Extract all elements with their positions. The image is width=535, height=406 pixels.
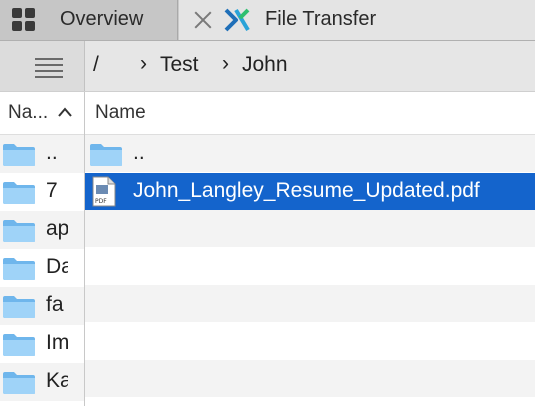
folder-icon: [3, 144, 35, 166]
folder-icon: [3, 258, 35, 280]
file-transfer-icon: [224, 8, 250, 32]
main-file-list: Name .. PDF John_Langley_Resume_Updated.pd…: [85, 92, 535, 406]
sort-ascending-icon: [58, 107, 72, 117]
folder-icon: [90, 144, 122, 166]
close-tab-icon[interactable]: [193, 9, 213, 29]
folder-icon: [3, 220, 35, 242]
name-column-header[interactable]: Name: [85, 92, 535, 135]
list-item-label: fa: [46, 293, 64, 316]
list-item[interactable]: ..: [0, 135, 84, 173]
folder-icon: [3, 182, 35, 204]
empty-row: [85, 285, 535, 322]
list-item[interactable]: Im: [0, 325, 84, 363]
breadcrumb-item-john[interactable]: John: [242, 53, 288, 77]
left-pane-toolbar: [0, 41, 85, 91]
tab-overview[interactable]: Overview: [0, 0, 178, 40]
path-toolbar: / › Test › John: [0, 41, 535, 92]
chevron-right-icon: ›: [140, 52, 147, 75]
tab-bar: Overview File Transfer: [0, 0, 535, 41]
left-file-list: Na... .. 7 ap Da fa Im Ka: [0, 92, 85, 406]
list-item[interactable]: 7: [0, 173, 84, 211]
tab-overview-label: Overview: [60, 8, 144, 30]
list-item[interactable]: Ka: [0, 363, 84, 401]
list-item[interactable]: Da: [0, 249, 84, 287]
pdf-file-icon: PDF: [92, 176, 116, 206]
table-row[interactable]: PDF John_Langley_Resume_Updated.pdf: [85, 172, 535, 210]
column-header-label: Name: [95, 102, 146, 123]
file-name: ..: [133, 141, 145, 164]
breadcrumb-item-test[interactable]: Test: [160, 53, 199, 77]
tab-file-transfer-label: File Transfer: [265, 8, 377, 30]
list-item-label: Ka: [46, 369, 68, 392]
list-item-label: ap: [46, 217, 68, 240]
svg-text:PDF: PDF: [95, 198, 107, 205]
grid-icon: [12, 8, 36, 32]
list-item-label: 7: [46, 179, 58, 202]
list-item[interactable]: ap: [0, 211, 84, 249]
tab-file-transfer[interactable]: File Transfer: [179, 0, 535, 40]
empty-row: [85, 248, 535, 285]
breadcrumb-root[interactable]: /: [93, 53, 99, 77]
list-item-label: ..: [46, 141, 58, 164]
folder-icon: [3, 296, 35, 318]
file-name: John_Langley_Resume_Updated.pdf: [133, 178, 480, 202]
folder-icon: [3, 334, 35, 356]
menu-icon[interactable]: [35, 58, 63, 78]
list-item[interactable]: fa: [0, 287, 84, 325]
table-row[interactable]: ..: [85, 135, 535, 172]
empty-row: [85, 323, 535, 360]
column-header-label: Na...: [8, 102, 49, 123]
left-name-column-header[interactable]: Na...: [0, 92, 84, 135]
empty-row: [85, 210, 535, 247]
empty-row: [85, 360, 535, 397]
chevron-right-icon: ›: [222, 52, 229, 75]
folder-icon: [3, 372, 35, 394]
list-item-label: Da: [46, 255, 68, 278]
list-item-label: Im: [46, 331, 68, 354]
